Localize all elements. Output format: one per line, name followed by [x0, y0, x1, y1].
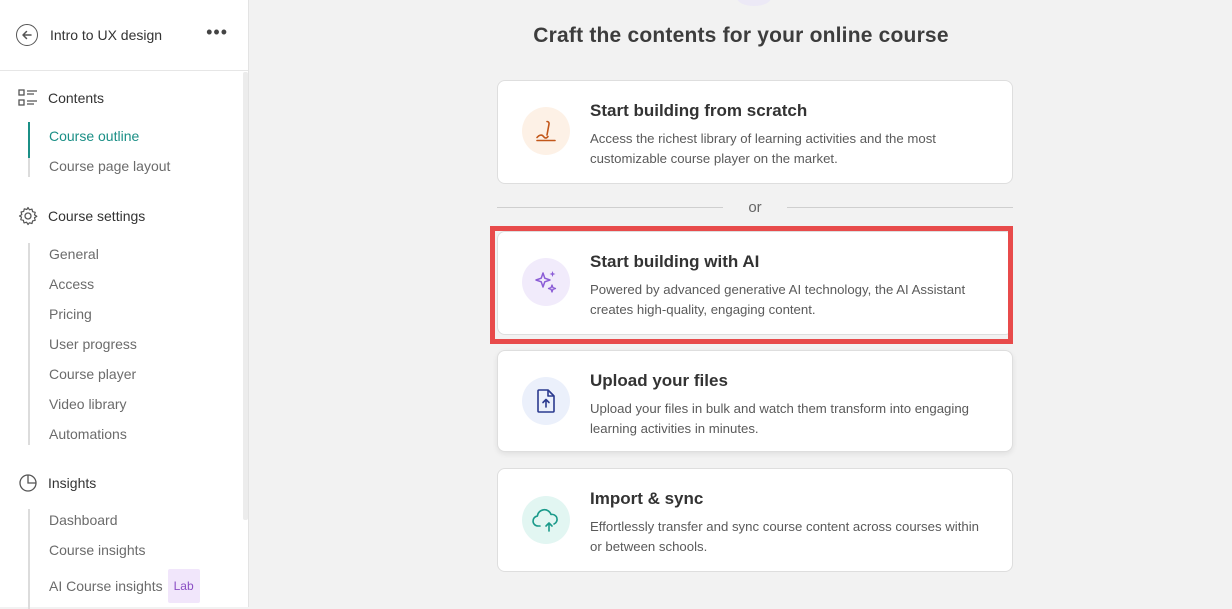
sidebar-item-general[interactable]: General	[30, 243, 137, 273]
course-settings-label: Course settings	[48, 208, 146, 224]
decorative-shape	[737, 0, 771, 6]
sidebar: Intro to UX design ••• Contents Course o…	[0, 0, 249, 609]
insights-label: Insights	[48, 475, 97, 491]
import-sync-card[interactable]: Import & sync Effortlessly transfer and …	[497, 468, 1013, 572]
sidebar-item-pricing[interactable]: Pricing	[30, 303, 137, 333]
sidebar-item-course-page-layout[interactable]: Course page layout	[30, 155, 170, 177]
course-title: Intro to UX design	[50, 27, 163, 43]
sparkles-icon	[535, 271, 557, 293]
divider-left	[497, 207, 723, 208]
sidebar-scrollbar[interactable]	[243, 72, 248, 520]
sidebar-item-video-library[interactable]: Video library	[30, 393, 137, 423]
card-title: Start building from scratch	[590, 101, 808, 120]
contents-label: Contents	[48, 90, 105, 106]
gear-icon	[18, 206, 38, 226]
lab-badge: Lab	[167, 569, 200, 603]
start-with-ai-card[interactable]: Start building with AI Powered by advanc…	[497, 231, 1013, 335]
card-description: Powered by advanced generative AI techno…	[590, 282, 966, 317]
settings-list: General Access Pricing User progress Cou…	[28, 243, 137, 445]
page-title: Craft the contents for your online cours…	[533, 24, 949, 47]
sidebar-header: Intro to UX design •••	[0, 0, 248, 71]
sidebar-item-ai-course-insights[interactable]: AI Course insights Lab	[30, 569, 200, 609]
sidebar-item-automations[interactable]: Automations	[30, 423, 137, 445]
card-title: Import & sync	[590, 489, 704, 508]
ai-course-insights-label: AI Course insights	[49, 578, 163, 594]
cloud-upload-icon	[532, 508, 558, 532]
more-options-button[interactable]: •••	[206, 23, 228, 41]
arrow-left-icon	[22, 30, 32, 40]
icon-circle	[522, 258, 570, 306]
sidebar-item-course-player[interactable]: Course player	[30, 363, 137, 393]
card-description: Effortlessly transfer and sync course co…	[590, 519, 979, 554]
insights-section[interactable]: Insights	[18, 473, 96, 493]
or-separator: or	[748, 199, 762, 216]
sidebar-item-course-insights[interactable]: Course insights	[30, 539, 200, 569]
card-title: Start building with AI	[590, 252, 760, 271]
insights-list: Dashboard Course insights AI Course insi…	[28, 509, 200, 609]
outline-list-icon	[18, 89, 37, 106]
start-from-scratch-card[interactable]: Start building from scratch Access the r…	[497, 80, 1013, 184]
pie-chart-icon	[19, 474, 37, 492]
card-title: Upload your files	[590, 371, 728, 390]
course-settings-section[interactable]: Course settings	[18, 206, 145, 226]
icon-circle	[522, 377, 570, 425]
pencil-icon	[536, 120, 556, 142]
sidebar-item-dashboard[interactable]: Dashboard	[30, 509, 200, 539]
card-description: Access the richest library of learning a…	[590, 131, 936, 166]
file-upload-icon	[537, 389, 555, 413]
upload-files-card[interactable]: Upload your files Upload your files in b…	[497, 350, 1013, 452]
sidebar-item-user-progress[interactable]: User progress	[30, 333, 137, 363]
divider-right	[787, 207, 1013, 208]
sidebar-item-course-outline[interactable]: Course outline	[27, 122, 170, 158]
contents-list: Course outline Course page layout	[27, 122, 170, 177]
sidebar-item-access[interactable]: Access	[30, 273, 137, 303]
contents-section[interactable]: Contents	[18, 89, 104, 107]
back-button[interactable]	[16, 24, 38, 46]
card-description: Upload your files in bulk and watch them…	[590, 401, 969, 436]
icon-circle	[522, 107, 570, 155]
icon-circle	[522, 496, 570, 544]
